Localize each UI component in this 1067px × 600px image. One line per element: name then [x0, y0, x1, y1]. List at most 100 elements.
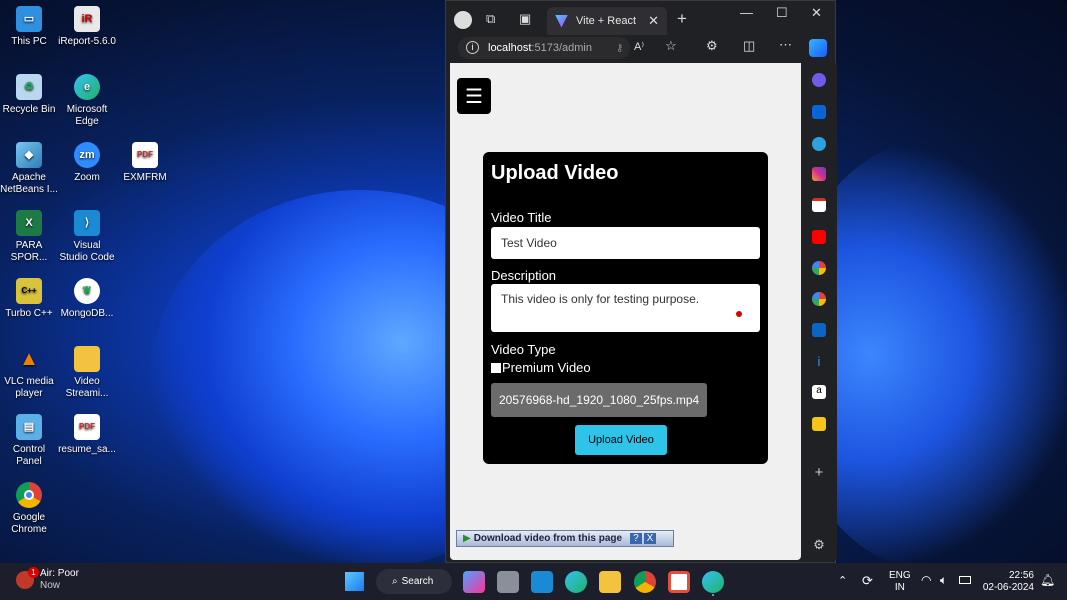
gmail-icon[interactable]	[812, 198, 826, 212]
video-type-label: Video Type	[491, 342, 556, 357]
file-chooser-button[interactable]: 20576968-hd_1920_1080_25fps.mp4	[491, 383, 707, 417]
help-icon[interactable]: ?	[630, 533, 642, 544]
close-tab-icon[interactable]: ✕	[648, 13, 659, 29]
weather-widget[interactable]: 1 Air: Poor Now	[16, 567, 79, 592]
premium-checkbox[interactable]	[491, 362, 501, 373]
desktop-icon-recycle-bin[interactable]: ♻ Recycle Bin	[0, 74, 58, 116]
store-icon[interactable]	[668, 571, 690, 593]
control-panel-icon: ▤	[16, 414, 42, 440]
split-screen-icon[interactable]: ◫	[743, 38, 755, 54]
mongodb-icon: ❦	[74, 278, 100, 304]
telegram-icon[interactable]	[812, 137, 826, 151]
settings-icon[interactable]: ⚙	[812, 537, 826, 552]
notification-bell-icon[interactable]: 🔔︎	[1040, 573, 1055, 587]
download-video-bar[interactable]: ▶ Download video from this page ? X	[456, 530, 674, 547]
amazon-icon[interactable]: a	[812, 385, 826, 399]
volume-icon[interactable]: 🔈︎	[940, 573, 947, 588]
recording-dot-icon	[736, 311, 742, 317]
desktop-icon-netbeans[interactable]: ◆ Apache NetBeans I...	[0, 142, 58, 196]
desktop-icon-turbo-cpp[interactable]: C++ Turbo C++	[0, 278, 58, 320]
google-icon[interactable]	[812, 292, 826, 306]
desktop-icon-exmfrm[interactable]: PDF EXMFRM	[116, 142, 174, 184]
outlook-icon[interactable]	[812, 105, 826, 119]
netbeans-icon: ◆	[16, 142, 42, 168]
new-tab-icon[interactable]: +	[677, 9, 687, 29]
desktop-icon-mongodb[interactable]: ❦ MongoDB...	[58, 278, 116, 320]
copilot-sidebar-icon[interactable]	[812, 73, 826, 87]
desktop-icon-control-panel[interactable]: ▤ Control Panel	[0, 414, 58, 468]
desktop-icon-video-streaming[interactable]: Video Streami...	[58, 346, 116, 400]
video-title-label: Video Title	[491, 210, 552, 225]
wifi-icon[interactable]: ◠	[921, 573, 931, 587]
windows-icon	[345, 572, 354, 591]
premium-video-option[interactable]: Premium Video	[491, 360, 591, 375]
upload-video-button[interactable]: Upload Video	[575, 425, 667, 455]
start-button[interactable]	[345, 572, 364, 591]
clock[interactable]: 22:56 02-06-2024	[982, 570, 1034, 594]
sync-icon[interactable]: ⟳	[862, 573, 873, 589]
read-aloud-icon[interactable]: A⁾	[634, 40, 644, 53]
minimize-icon[interactable]: —	[740, 5, 753, 20]
desktop-icon-zoom[interactable]: zm Zoom	[58, 142, 116, 184]
pdf-icon: PDF	[74, 414, 100, 440]
video-title-input[interactable]: Test Video	[491, 227, 760, 259]
desktop-icon-this-pc[interactable]: ▭ This PC	[0, 6, 58, 48]
folder-icon	[74, 346, 100, 372]
taskbar: 1 Air: Poor Now ⌕ Search ⌃ ⟳ ENG IN ◠ 🔈︎…	[0, 563, 1067, 600]
extensions-icon[interactable]: ⚙	[706, 38, 718, 54]
url-field[interactable]: i localhost:5173/admin ⚷	[458, 37, 630, 59]
maximize-icon[interactable]: ☐	[776, 5, 788, 21]
tab-vite-react[interactable]: Vite + React ✕	[547, 7, 667, 35]
vscode-icon: ⟩	[74, 210, 100, 236]
desktop-icon-ireport[interactable]: iR iReport-5.6.0	[58, 6, 116, 48]
search-button[interactable]: ⌕ Search	[376, 569, 452, 594]
pdf-icon: PDF	[132, 142, 158, 168]
recycle-bin-icon: ♻	[16, 74, 42, 100]
language-indicator[interactable]: ENG IN	[889, 570, 911, 594]
google-icon[interactable]	[812, 261, 826, 275]
youtube-icon[interactable]	[812, 230, 826, 244]
zoom-icon: zm	[74, 142, 100, 168]
workspaces-icon[interactable]: ⧉	[486, 11, 495, 27]
turbo-cpp-icon: C++	[16, 278, 42, 304]
desktop-icon-resume[interactable]: PDF resume_sa...	[58, 414, 116, 456]
info-icon: i	[466, 41, 479, 54]
copilot-icon[interactable]	[809, 39, 827, 57]
vlc-icon: ▲	[19, 348, 39, 370]
vscode-taskbar-icon[interactable]	[531, 571, 553, 593]
desktop-icon-para-spor[interactable]: X PARA SPOR...	[0, 210, 58, 264]
chrome-icon	[16, 482, 42, 508]
desktop-icon-edge[interactable]: e Microsoft Edge	[58, 74, 116, 128]
info-app-icon[interactable]: i	[812, 354, 826, 369]
weather-icon: 1	[16, 567, 39, 589]
edge-active-taskbar-icon[interactable]	[702, 571, 724, 593]
computer-icon: ▭	[16, 6, 42, 32]
desktop-icon-vlc[interactable]: ▲ VLC media player	[0, 346, 58, 400]
play-icon: ▶	[463, 533, 471, 544]
edge-taskbar-icon[interactable]	[565, 571, 587, 593]
notes-icon[interactable]	[812, 417, 826, 431]
instagram-icon[interactable]	[812, 167, 826, 181]
chevron-up-icon[interactable]: ⌃	[838, 574, 847, 587]
favorite-star-icon[interactable]: ☆	[665, 38, 677, 54]
close-icon[interactable]: X	[643, 533, 657, 544]
vite-icon	[555, 14, 568, 28]
profile-icon[interactable]	[454, 11, 472, 29]
menu-button[interactable]: ☰	[457, 78, 491, 114]
chrome-taskbar-icon[interactable]	[634, 571, 656, 593]
close-window-icon[interactable]: ✕	[811, 5, 822, 21]
desktop-icon-chrome[interactable]: Google Chrome	[0, 482, 58, 536]
battery-icon[interactable]	[959, 576, 971, 584]
upload-form-card: Upload Video Video Title Test Video Desc…	[483, 152, 768, 464]
browser-window: ⧉ ▣ Vite + React ✕ + — ☐ ✕ i localhost:5…	[445, 0, 837, 563]
file-explorer-icon[interactable]	[599, 571, 621, 593]
description-textarea[interactable]: This video is only for testing purpose.	[491, 284, 760, 332]
tab-actions-icon[interactable]: ▣	[519, 11, 531, 27]
widgets-icon[interactable]	[463, 571, 485, 593]
excel-icon: X	[16, 210, 42, 236]
linkedin-icon[interactable]	[812, 323, 826, 337]
more-icon[interactable]: ⋯	[779, 37, 792, 53]
task-view-icon[interactable]	[497, 571, 519, 593]
add-icon[interactable]: +	[812, 465, 826, 480]
desktop-icon-vscode[interactable]: ⟩ Visual Studio Code	[58, 210, 116, 264]
